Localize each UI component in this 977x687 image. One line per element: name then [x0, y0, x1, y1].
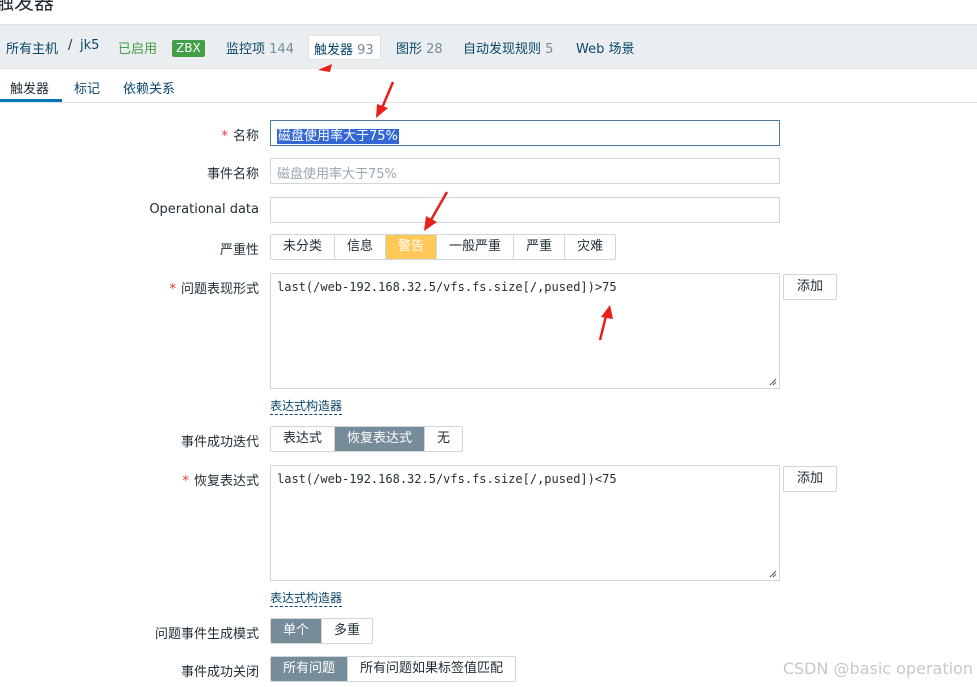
severity-average[interactable]: 一般严重 — [437, 235, 515, 259]
nav-items-count: 144 — [269, 42, 294, 57]
problem-expression-textarea[interactable]: last(/web-192.168.32.5/vfs.fs.size[/,pus… — [270, 273, 780, 389]
active-tab-indicator — [0, 99, 62, 102]
ok-event-generation-selector: 表达式 恢复表达式 无 — [270, 426, 464, 452]
recovery-expression-label: * 恢复表达式 — [182, 474, 259, 489]
name-label: * 名称 — [221, 129, 259, 144]
recovery-expression-value: last(/web-192.168.32.5/vfs.fs.size[/,pus… — [277, 472, 617, 486]
watermark: CSDN @basic operation — [782, 659, 973, 678]
resize-handle-icon[interactable] — [769, 378, 777, 386]
breadcrumb-separator: / — [68, 38, 73, 53]
operational-data-input[interactable] — [270, 197, 780, 223]
host-enabled-status[interactable]: 已启用 — [118, 38, 157, 57]
page-title: 触发器 — [0, 0, 54, 14]
severity-selector: 未分类 信息 警告 一般严重 严重 灾难 — [270, 234, 617, 260]
tab-trigger[interactable]: 触发器 — [10, 78, 49, 97]
severity-not-classified[interactable]: 未分类 — [271, 235, 336, 259]
nav-items-label: 监控项 — [226, 42, 266, 57]
recovery-expression-textarea[interactable]: last(/web-192.168.32.5/vfs.fs.size[/,pus… — [270, 465, 780, 581]
event-name-input[interactable]: 磁盘使用率大于75% — [270, 158, 780, 184]
operational-data-label: Operational data — [149, 202, 259, 217]
severity-label: 严重性 — [219, 243, 259, 258]
generation-mode-label: 问题事件生成模式 — [154, 627, 259, 642]
breadcrumb-all-hosts[interactable]: 所有主机 — [6, 38, 58, 57]
problem-expression-builder-link[interactable]: 表达式构造器 — [270, 397, 343, 415]
nav-triggers-label: 触发器 — [314, 43, 354, 58]
problem-expression-value: last(/web-192.168.32.5/vfs.fs.size[/,pus… — [277, 280, 617, 294]
problem-expression-label: * 问题表现形式 — [169, 282, 259, 297]
ok-closes-tag-match[interactable]: 所有问题如果标签值匹配 — [348, 657, 515, 681]
add-recovery-expression-button[interactable]: 添加 — [783, 466, 837, 492]
ok-event-generation-label: 事件成功迭代 — [180, 435, 259, 450]
generation-mode-selector: 单个 多重 — [270, 618, 374, 644]
tab-tags[interactable]: 标记 — [74, 78, 100, 97]
required-asterisk: * — [169, 282, 176, 297]
nav-discovery-rules[interactable]: 自动发现规则 5 — [463, 38, 553, 57]
severity-disaster[interactable]: 灾难 — [565, 235, 615, 259]
tab-dependencies[interactable]: 依赖关系 — [123, 78, 175, 97]
ok-event-closes-selector: 所有问题 所有问题如果标签值匹配 — [270, 656, 517, 682]
required-asterisk: * — [221, 129, 228, 144]
ok-event-recovery-expression[interactable]: 恢复表达式 — [335, 427, 426, 451]
form-tabs: 触发器 标记 依赖关系 — [0, 69, 977, 103]
name-input[interactable]: 磁盘使用率大于75% — [270, 120, 780, 146]
ok-closes-all-problems[interactable]: 所有问题 — [271, 657, 349, 681]
nav-triggers-count: 93 — [357, 43, 374, 58]
nav-graphs[interactable]: 图形 28 — [396, 38, 443, 57]
ok-event-none[interactable]: 无 — [425, 427, 462, 451]
breadcrumb-host[interactable]: jk5 — [80, 38, 99, 53]
required-asterisk: * — [182, 474, 189, 489]
generation-mode-single[interactable]: 单个 — [271, 619, 323, 643]
nav-graphs-label: 图形 — [396, 42, 423, 57]
nav-web-scenarios[interactable]: Web 场景 — [576, 38, 634, 57]
ok-event-closes-label: 事件成功关闭 — [180, 665, 259, 680]
zbx-availability-badge: ZBX — [172, 40, 205, 57]
nav-triggers[interactable]: 触发器 93 — [308, 35, 381, 60]
nav-graphs-count: 28 — [426, 42, 443, 57]
host-navigation-bar: 所有主机 / jk5 已启用 ZBX 监控项 144 触发器 93 图形 28 … — [0, 24, 977, 69]
resize-handle-icon[interactable] — [769, 570, 777, 578]
nav-discovery-count: 5 — [545, 42, 554, 57]
event-name-placeholder: 磁盘使用率大于75% — [277, 167, 397, 182]
severity-warning[interactable]: 警告 — [386, 235, 438, 259]
generation-mode-multiple[interactable]: 多重 — [322, 619, 372, 643]
ok-event-expression[interactable]: 表达式 — [271, 427, 336, 451]
severity-information[interactable]: 信息 — [335, 235, 387, 259]
severity-high[interactable]: 严重 — [514, 235, 566, 259]
nav-discovery-label: 自动发现规则 — [463, 42, 542, 57]
recovery-expression-builder-link[interactable]: 表达式构造器 — [270, 589, 343, 607]
add-problem-expression-button[interactable]: 添加 — [783, 274, 837, 300]
event-name-label: 事件名称 — [206, 167, 259, 182]
name-input-value: 磁盘使用率大于75% — [277, 129, 399, 144]
nav-items[interactable]: 监控项 144 — [226, 38, 294, 57]
